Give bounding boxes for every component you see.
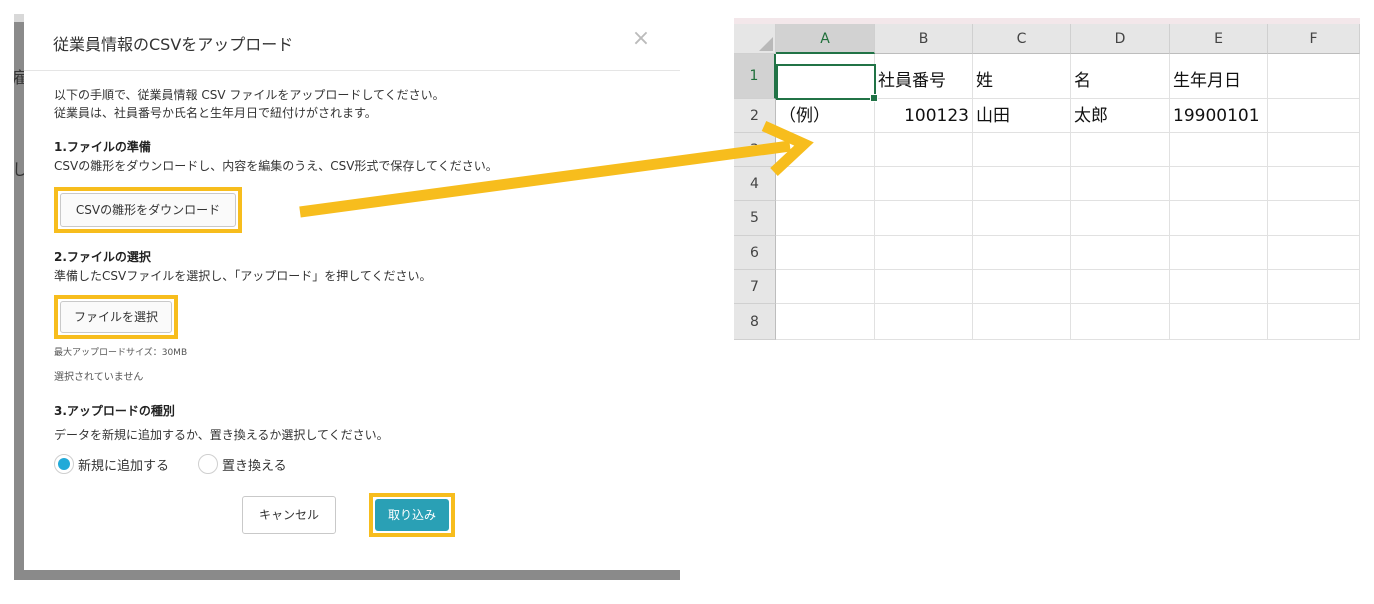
cell-f8[interactable]: [1268, 304, 1360, 340]
radio-add-new-label[interactable]: 新規に追加する: [78, 455, 169, 474]
step1-description: CSVの雛形をダウンロードし、内容を編集のうえ、CSV形式で保存してください。: [54, 159, 498, 173]
cell-f7[interactable]: [1268, 270, 1360, 304]
cell-e4[interactable]: [1170, 167, 1268, 201]
radio-add-new[interactable]: [54, 454, 74, 474]
cell-c7[interactable]: [973, 270, 1071, 304]
csv-upload-modal: 従業員情報のCSVをアップロード × 以下の手順で、従業員情報 CSV ファイル…: [24, 14, 680, 570]
column-header-a[interactable]: A: [776, 24, 875, 54]
row-header-2[interactable]: 2: [734, 99, 776, 133]
row-header-5[interactable]: 5: [734, 201, 776, 236]
cell-d2[interactable]: 太郎: [1071, 99, 1170, 133]
active-cell-a1[interactable]: [776, 64, 878, 102]
cell-d7[interactable]: [1071, 270, 1170, 304]
cell-a5[interactable]: [776, 201, 875, 236]
column-header-e[interactable]: E: [1170, 24, 1268, 54]
cell-b5[interactable]: [875, 201, 973, 236]
column-header-b[interactable]: B: [875, 24, 973, 54]
row-header-1[interactable]: 1: [734, 54, 776, 99]
radio-replace-label[interactable]: 置き換える: [222, 455, 287, 474]
cell-b4[interactable]: [875, 167, 973, 201]
step3-description: データを新規に追加するか、置き換えるか選択してください。: [54, 428, 389, 442]
cell-d4[interactable]: [1071, 167, 1170, 201]
select-all-corner[interactable]: [734, 24, 776, 54]
column-header-c[interactable]: C: [973, 24, 1071, 54]
cell-e2[interactable]: 19900101: [1170, 99, 1268, 133]
step2-description: 準備したCSVファイルを選択し、「アップロード」を押してください。: [54, 269, 432, 283]
step1-heading: 1.ファイルの準備: [54, 140, 151, 154]
cell-e7[interactable]: [1170, 270, 1268, 304]
cell-d6[interactable]: [1071, 236, 1170, 270]
cell-c8[interactable]: [973, 304, 1071, 340]
cell-c2[interactable]: 山田: [973, 99, 1071, 133]
cell-a3[interactable]: [776, 133, 875, 167]
cell-d1[interactable]: 名: [1071, 54, 1170, 99]
cell-d5[interactable]: [1071, 201, 1170, 236]
max-upload-size: 最大アップロードサイズ：30MB: [54, 348, 188, 358]
import-button[interactable]: 取り込み: [375, 499, 449, 531]
intro-text-line-1: 以下の手順で、従業員情報 CSV ファイルをアップロードしてください。: [54, 88, 445, 102]
radio-replace[interactable]: [198, 454, 218, 474]
cell-a6[interactable]: [776, 236, 875, 270]
cell-b6[interactable]: [875, 236, 973, 270]
step3-heading: 3.アップロードの種別: [54, 404, 175, 418]
cell-a4[interactable]: [776, 167, 875, 201]
intro-text-line-2: 従業員は、社員番号か氏名と生年月日で紐付けがされます。: [54, 106, 377, 120]
cell-e1[interactable]: 生年月日: [1170, 54, 1268, 99]
download-template-button[interactable]: CSVの雛形をダウンロード: [60, 193, 236, 227]
cell-e3[interactable]: [1170, 133, 1268, 167]
cell-a7[interactable]: [776, 270, 875, 304]
cell-d8[interactable]: [1071, 304, 1170, 340]
modal-header: 従業員情報のCSVをアップロード ×: [24, 14, 680, 71]
cell-a8[interactable]: [776, 304, 875, 340]
cell-c5[interactable]: [973, 201, 1071, 236]
cell-f3[interactable]: [1268, 133, 1360, 167]
cell-b3[interactable]: [875, 133, 973, 167]
column-header-d[interactable]: D: [1071, 24, 1170, 54]
cell-f1[interactable]: [1268, 54, 1360, 99]
cell-c3[interactable]: [973, 133, 1071, 167]
cell-c4[interactable]: [973, 167, 1071, 201]
cell-e6[interactable]: [1170, 236, 1268, 270]
cell-b7[interactable]: [875, 270, 973, 304]
cell-e5[interactable]: [1170, 201, 1268, 236]
file-status: 選択されていません: [54, 372, 144, 383]
column-header-f[interactable]: F: [1268, 24, 1360, 54]
cell-e8[interactable]: [1170, 304, 1268, 340]
modal-backdrop: 雇 し 従業員情報のCSVをアップロード × 以下の手順で、従業員情報 CSV …: [14, 14, 680, 580]
cell-b8[interactable]: [875, 304, 973, 340]
cell-f2[interactable]: [1268, 99, 1360, 133]
cell-f5[interactable]: [1268, 201, 1360, 236]
cell-b1[interactable]: 社員番号: [875, 54, 973, 99]
spreadsheet: A B C D E F 1 2 3 4 5 6 7 8 社員番号姓名生年月日 （例…: [734, 18, 1360, 340]
row-header-7[interactable]: 7: [734, 270, 776, 304]
cell-c6[interactable]: [973, 236, 1071, 270]
row-header-4[interactable]: 4: [734, 167, 776, 201]
cell-d3[interactable]: [1071, 133, 1170, 167]
row-header-6[interactable]: 6: [734, 236, 776, 270]
cell-f4[interactable]: [1268, 167, 1360, 201]
row-header-3[interactable]: 3: [734, 133, 776, 167]
close-icon[interactable]: ×: [626, 24, 656, 54]
step2-heading: 2.ファイルの選択: [54, 250, 151, 264]
cell-a2[interactable]: （例）: [776, 99, 875, 133]
cancel-button[interactable]: キャンセル: [242, 496, 336, 534]
select-file-button[interactable]: ファイルを選択: [60, 301, 172, 333]
row-header-8[interactable]: 8: [734, 304, 776, 340]
modal-title: 従業員情報のCSVをアップロード: [53, 35, 294, 54]
cell-c1[interactable]: 姓: [973, 54, 1071, 99]
cell-f6[interactable]: [1268, 236, 1360, 270]
cell-b2[interactable]: 100123: [875, 99, 973, 133]
